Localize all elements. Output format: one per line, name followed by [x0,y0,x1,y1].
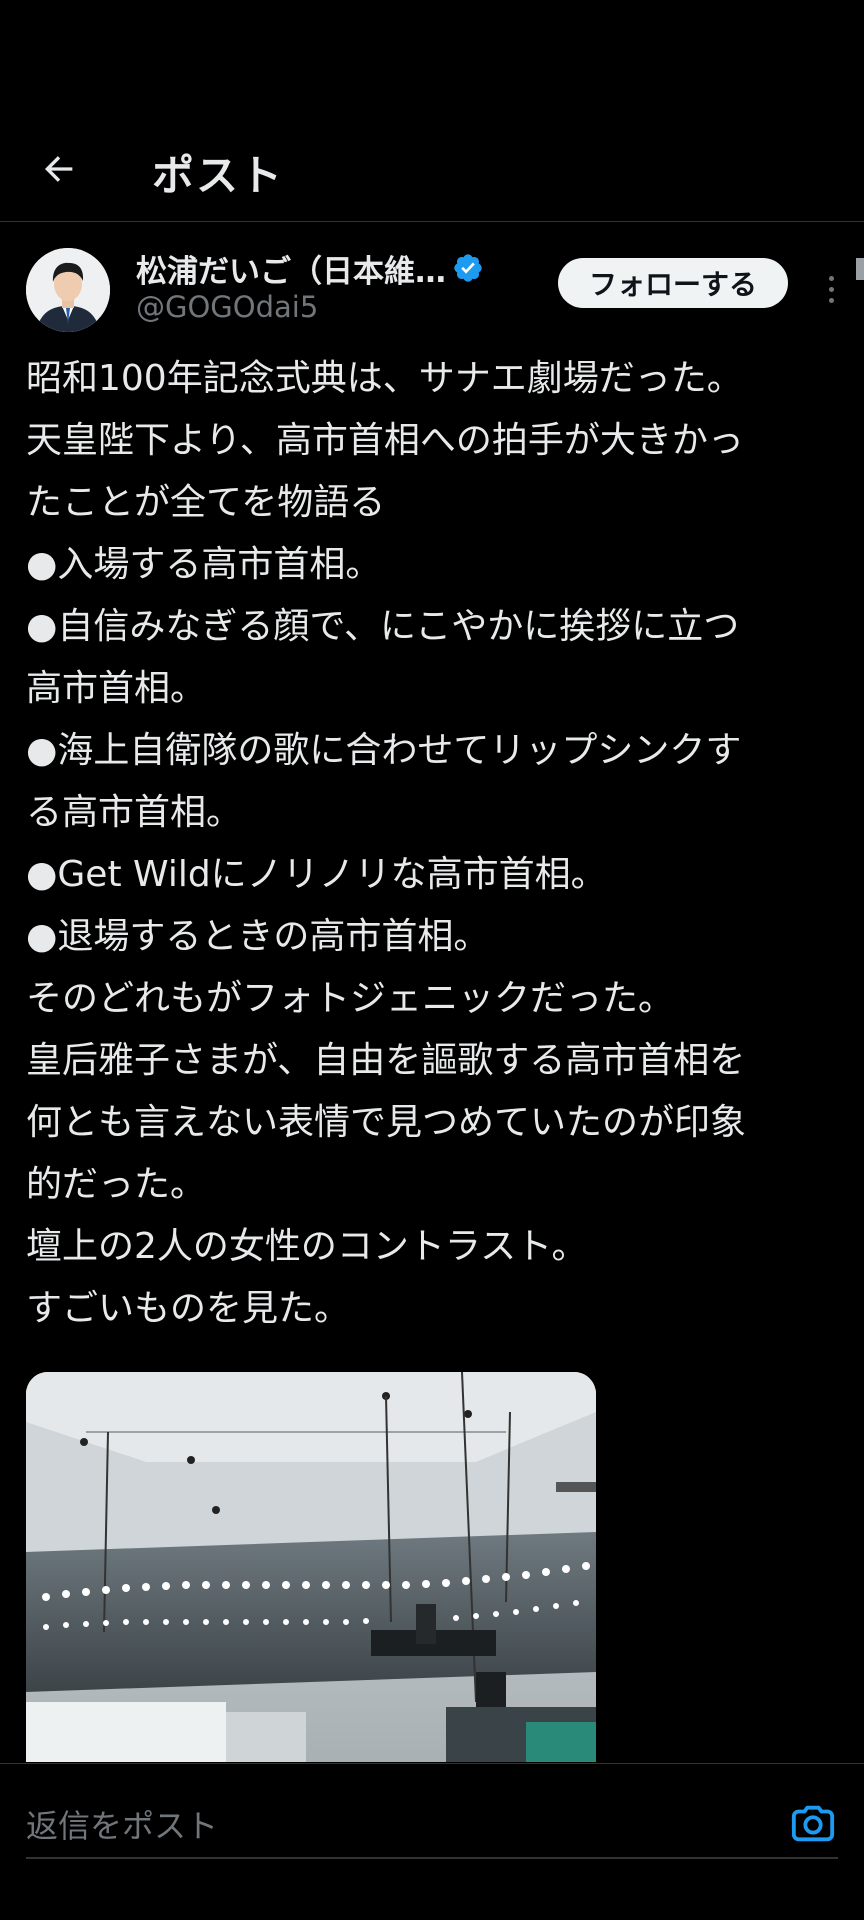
post-line: たことが全てを物語る [26,482,386,523]
display-name[interactable]: 松浦だいご（日本維… [136,246,446,291]
top-bar: ポスト [0,120,864,222]
follow-button[interactable]: フォローする [558,258,788,308]
post-line: ●自信みなぎる顔で、にこやかに挨拶に立つ [26,606,740,647]
post-line: る高市首相。 [26,792,243,833]
reply-input[interactable]: 返信をポスト [26,1794,836,1854]
hall-ceiling-image [26,1372,596,1762]
verified-badge-icon [454,254,482,282]
post-line: そのどれもがフォトジェニックだった。 [26,978,675,1019]
reply-divider [26,1857,838,1859]
avatar-image [26,248,110,332]
more-options-icon[interactable] [816,264,846,314]
post-line: 高市首相。 [26,668,207,709]
post-line: ●海上自衛隊の歌に合わせてリップシンクす [26,730,742,771]
post-line: 昭和100年記念式典は、サナエ劇場だった。 [26,358,743,399]
camera-icon[interactable] [790,1800,836,1846]
post-media-video[interactable] [26,1372,596,1762]
avatar[interactable] [26,248,110,332]
post-line: ●入場する高市首相。 [26,544,382,585]
page-title: ポスト [152,151,285,200]
author-name-block: 松浦だいご（日本維… @GOGOdai5 [136,246,484,324]
post-line: 的だった。 [26,1164,207,1205]
scroll-indicator [856,258,864,280]
post-line: 何とも言えない表情で見つめていたのが印象 [26,1102,747,1143]
post-line: すごいものを見た。 [26,1288,351,1329]
arrow-left-icon [44,156,73,182]
post-line: ●退場するときの高市首相。 [26,916,490,957]
post-line: 天皇陛下より、高市首相への拍手が大きかっ [26,420,744,461]
author-row: 松浦だいご（日本維… @GOGOdai5 フォローする [26,246,856,336]
display-name-row: 松浦だいご（日本維… [136,246,484,290]
back-button[interactable] [30,140,88,198]
post-text: 昭和100年記念式典は、サナエ劇場だった。 天皇陛下より、高市首相への拍手が大き… [26,348,856,1340]
reply-bar: 返信をポスト [0,1763,864,1920]
post-line: ●Get Wildにノリノリな高市首相。 [26,854,607,895]
post-line: 壇上の2人の女性のコントラスト。 [26,1226,588,1267]
author-handle[interactable]: @GOGOdai5 [136,290,484,324]
post-line: 皇后雅子さまが、自由を謳歌する高市首相を [26,1040,746,1081]
